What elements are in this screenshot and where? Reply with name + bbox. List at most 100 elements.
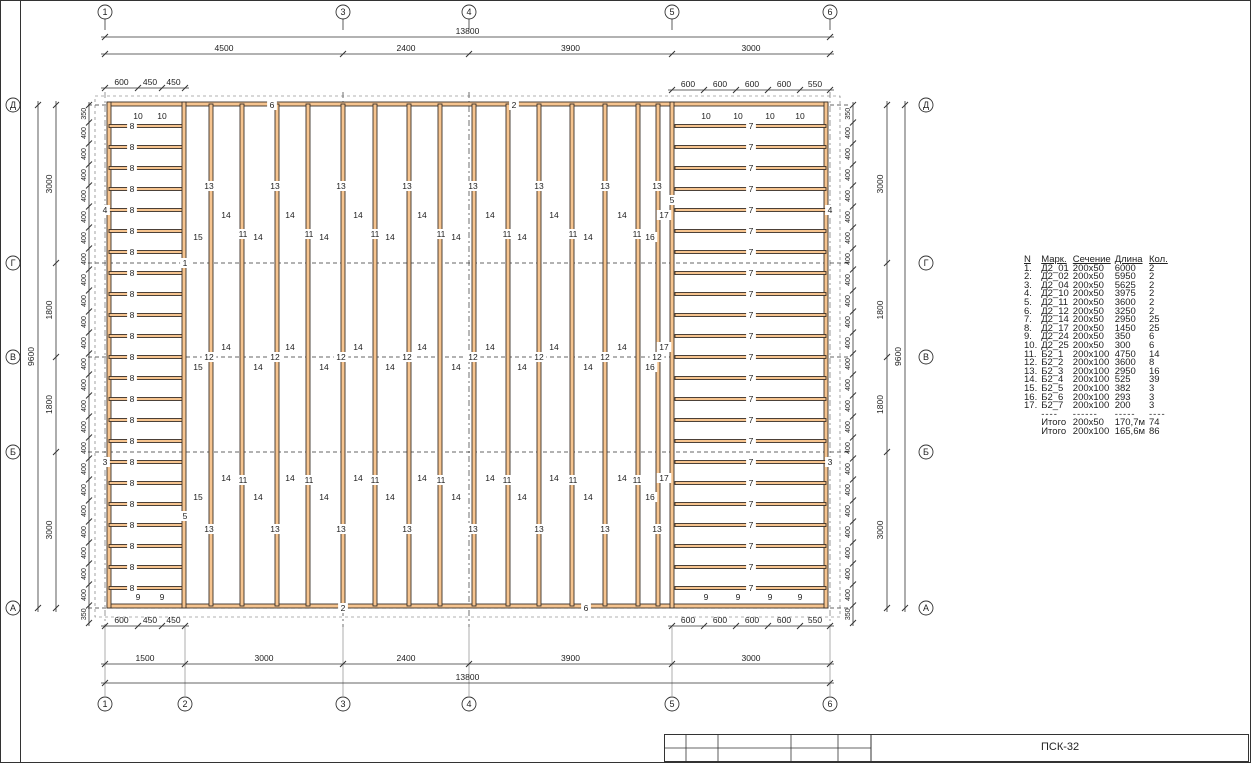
mark-label: 13 <box>270 181 280 191</box>
mark-label: 14 <box>485 342 495 352</box>
dimension-label: 13800 <box>456 26 480 36</box>
spec-cell <box>1024 411 1041 420</box>
mark-label: 12 <box>534 352 544 362</box>
mark-label: 12 <box>652 352 662 362</box>
axis-label: 5 <box>669 7 674 17</box>
mark-label: 14 <box>417 342 427 352</box>
spacing-label: 400 <box>81 232 88 244</box>
axis-label: 4 <box>466 699 471 709</box>
mark-label: 14 <box>319 232 329 242</box>
mark-label: 14 <box>485 473 495 483</box>
mark-label: 2 <box>341 603 346 613</box>
dimension-label: 600 <box>114 77 128 87</box>
mark-label: 5 <box>183 511 188 521</box>
mark-label: 11 <box>569 475 578 485</box>
mark-label: 9 <box>768 592 773 602</box>
mark-label: 14 <box>385 232 395 242</box>
mark-label: 14 <box>221 342 231 352</box>
mark-label: 14 <box>285 210 295 220</box>
title-block <box>664 734 1249 762</box>
mark-label: 14 <box>253 492 263 502</box>
mark-label: 7 <box>749 268 754 278</box>
joist-left <box>108 145 184 149</box>
joist-left <box>108 355 184 359</box>
joist-left <box>108 271 184 275</box>
spec-cell <box>1024 419 1041 428</box>
mark-label: 13 <box>600 181 610 191</box>
central-beam <box>635 103 641 607</box>
dimension-label: 550 <box>808 615 822 625</box>
central-beam <box>505 103 511 607</box>
dimension-label: 13800 <box>456 672 480 682</box>
axis-label: Б <box>10 447 16 457</box>
dimension-label: 600 <box>713 615 727 625</box>
mark-label: 7 <box>749 121 754 131</box>
mark-label: 8 <box>130 394 135 404</box>
mark-label: 8 <box>130 457 135 467</box>
mark-label: 14 <box>285 473 295 483</box>
joist-left <box>108 166 184 170</box>
mark-label: 14 <box>319 492 329 502</box>
spacing-label: 400 <box>845 400 852 412</box>
mark-label: 7 <box>749 583 754 593</box>
joist-left <box>108 460 184 464</box>
mark-label: 13 <box>204 524 214 534</box>
mark-label: 11 <box>305 475 314 485</box>
mark-label: 10 <box>133 111 143 121</box>
joist-left <box>108 124 184 128</box>
mark-label: 14 <box>353 473 363 483</box>
mark-label: 8 <box>130 562 135 572</box>
mark-label: 14 <box>417 473 427 483</box>
mark-label: 7 <box>749 205 754 215</box>
mark-label: 11 <box>503 229 512 239</box>
spacing-label: 400 <box>81 526 88 538</box>
mark-label: 8 <box>130 268 135 278</box>
mark-label: 11 <box>239 475 248 485</box>
dimension-label: 600 <box>114 615 128 625</box>
mark-label: 1 <box>183 258 188 268</box>
mark-label: 16 <box>645 362 655 372</box>
dimension-label: 1500 <box>136 653 155 663</box>
axis-label: 4 <box>466 7 471 17</box>
mark-label: 6 <box>270 100 275 110</box>
spacing-label: 400 <box>845 484 852 496</box>
mark-label: 8 <box>130 310 135 320</box>
mark-label: 17 <box>659 342 669 352</box>
axis-label: 3 <box>340 7 345 17</box>
mark-label: 12 <box>468 352 478 362</box>
spacing-label: 400 <box>81 358 88 370</box>
mark-label: 13 <box>402 524 412 534</box>
joist-left <box>108 187 184 191</box>
mark-label: 11 <box>239 229 248 239</box>
dimension-label: 3000 <box>255 653 274 663</box>
dimension-label: 3000 <box>44 174 54 193</box>
mark-label: 17 <box>659 210 669 220</box>
spacing-label: 400 <box>845 274 852 286</box>
mark-label: 7 <box>749 163 754 173</box>
mark-label: 8 <box>130 541 135 551</box>
spacing-label: 400 <box>81 379 88 391</box>
mark-label: 11 <box>371 475 380 485</box>
axis-label: Д <box>10 100 16 110</box>
mark-label: 14 <box>549 210 559 220</box>
mark-label: 17 <box>659 473 669 483</box>
mark-label: 8 <box>130 583 135 593</box>
spec-cell: 86 <box>1149 425 1160 437</box>
dimension-label: 1800 <box>875 300 885 319</box>
mark-label: 13 <box>652 524 662 534</box>
spacing-label: 400 <box>81 127 88 139</box>
dimension-label: 2400 <box>397 653 416 663</box>
mark-label: 8 <box>130 247 135 257</box>
mark-label: 3 <box>103 457 108 467</box>
axis-label: Д <box>923 100 929 110</box>
spacing-label: 400 <box>845 169 852 181</box>
mark-label: 12 <box>600 352 610 362</box>
mark-label: 14 <box>285 342 295 352</box>
dimension-label: 9600 <box>893 347 903 366</box>
mark-label: 5 <box>670 195 675 205</box>
mark-label: 14 <box>517 362 527 372</box>
joist-left <box>108 397 184 401</box>
mark-label: 14 <box>253 362 263 372</box>
dimension-label: 600 <box>745 615 759 625</box>
mark-label: 7 <box>749 478 754 488</box>
